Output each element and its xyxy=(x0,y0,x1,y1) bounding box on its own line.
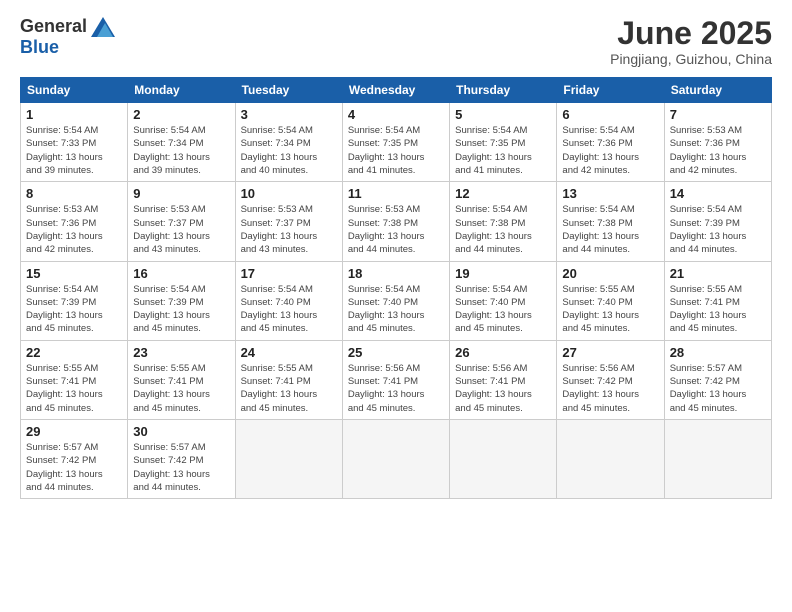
table-row: 29Sunrise: 5:57 AMSunset: 7:42 PMDayligh… xyxy=(21,419,128,498)
title-block: June 2025 Pingjiang, Guizhou, China xyxy=(610,16,772,67)
table-row: 3Sunrise: 5:54 AMSunset: 7:34 PMDaylight… xyxy=(235,103,342,182)
table-row: 27Sunrise: 5:56 AMSunset: 7:42 PMDayligh… xyxy=(557,340,664,419)
table-row: 20Sunrise: 5:55 AMSunset: 7:40 PMDayligh… xyxy=(557,261,664,340)
table-row: 16Sunrise: 5:54 AMSunset: 7:39 PMDayligh… xyxy=(128,261,235,340)
table-row: 25Sunrise: 5:56 AMSunset: 7:41 PMDayligh… xyxy=(342,340,449,419)
col-saturday: Saturday xyxy=(664,78,771,103)
table-row: 9Sunrise: 5:53 AMSunset: 7:37 PMDaylight… xyxy=(128,182,235,261)
table-row: 18Sunrise: 5:54 AMSunset: 7:40 PMDayligh… xyxy=(342,261,449,340)
logo: General Blue xyxy=(20,16,115,58)
table-row: 26Sunrise: 5:56 AMSunset: 7:41 PMDayligh… xyxy=(450,340,557,419)
main-title: June 2025 xyxy=(610,16,772,51)
logo-blue-text: Blue xyxy=(20,37,59,58)
col-thursday: Thursday xyxy=(450,78,557,103)
table-row: 22Sunrise: 5:55 AMSunset: 7:41 PMDayligh… xyxy=(21,340,128,419)
calendar-row-3: 22Sunrise: 5:55 AMSunset: 7:41 PMDayligh… xyxy=(21,340,772,419)
table-row: 10Sunrise: 5:53 AMSunset: 7:37 PMDayligh… xyxy=(235,182,342,261)
subtitle: Pingjiang, Guizhou, China xyxy=(610,51,772,67)
table-row: 15Sunrise: 5:54 AMSunset: 7:39 PMDayligh… xyxy=(21,261,128,340)
table-row: 19Sunrise: 5:54 AMSunset: 7:40 PMDayligh… xyxy=(450,261,557,340)
table-row xyxy=(450,419,557,498)
table-row: 6Sunrise: 5:54 AMSunset: 7:36 PMDaylight… xyxy=(557,103,664,182)
col-friday: Friday xyxy=(557,78,664,103)
calendar-row-2: 15Sunrise: 5:54 AMSunset: 7:39 PMDayligh… xyxy=(21,261,772,340)
table-row xyxy=(235,419,342,498)
table-row: 30Sunrise: 5:57 AMSunset: 7:42 PMDayligh… xyxy=(128,419,235,498)
table-row: 14Sunrise: 5:54 AMSunset: 7:39 PMDayligh… xyxy=(664,182,771,261)
calendar-table: Sunday Monday Tuesday Wednesday Thursday… xyxy=(20,77,772,499)
table-row: 24Sunrise: 5:55 AMSunset: 7:41 PMDayligh… xyxy=(235,340,342,419)
table-row: 5Sunrise: 5:54 AMSunset: 7:35 PMDaylight… xyxy=(450,103,557,182)
col-wednesday: Wednesday xyxy=(342,78,449,103)
logo-icon xyxy=(91,17,115,37)
table-row: 21Sunrise: 5:55 AMSunset: 7:41 PMDayligh… xyxy=(664,261,771,340)
table-row: 11Sunrise: 5:53 AMSunset: 7:38 PMDayligh… xyxy=(342,182,449,261)
table-row: 1Sunrise: 5:54 AMSunset: 7:33 PMDaylight… xyxy=(21,103,128,182)
table-row: 13Sunrise: 5:54 AMSunset: 7:38 PMDayligh… xyxy=(557,182,664,261)
table-row xyxy=(664,419,771,498)
calendar-row-1: 8Sunrise: 5:53 AMSunset: 7:36 PMDaylight… xyxy=(21,182,772,261)
col-tuesday: Tuesday xyxy=(235,78,342,103)
table-row: 7Sunrise: 5:53 AMSunset: 7:36 PMDaylight… xyxy=(664,103,771,182)
table-row: 28Sunrise: 5:57 AMSunset: 7:42 PMDayligh… xyxy=(664,340,771,419)
col-monday: Monday xyxy=(128,78,235,103)
table-row: 23Sunrise: 5:55 AMSunset: 7:41 PMDayligh… xyxy=(128,340,235,419)
logo-general-text: General xyxy=(20,16,87,37)
table-row: 4Sunrise: 5:54 AMSunset: 7:35 PMDaylight… xyxy=(342,103,449,182)
calendar-row-0: 1Sunrise: 5:54 AMSunset: 7:33 PMDaylight… xyxy=(21,103,772,182)
table-row: 8Sunrise: 5:53 AMSunset: 7:36 PMDaylight… xyxy=(21,182,128,261)
table-row: 17Sunrise: 5:54 AMSunset: 7:40 PMDayligh… xyxy=(235,261,342,340)
calendar-row-4: 29Sunrise: 5:57 AMSunset: 7:42 PMDayligh… xyxy=(21,419,772,498)
table-row: 2Sunrise: 5:54 AMSunset: 7:34 PMDaylight… xyxy=(128,103,235,182)
header: General Blue June 2025 Pingjiang, Guizho… xyxy=(20,16,772,67)
table-row xyxy=(342,419,449,498)
table-row xyxy=(557,419,664,498)
page: General Blue June 2025 Pingjiang, Guizho… xyxy=(0,0,792,612)
col-sunday: Sunday xyxy=(21,78,128,103)
calendar-header-row: Sunday Monday Tuesday Wednesday Thursday… xyxy=(21,78,772,103)
table-row: 12Sunrise: 5:54 AMSunset: 7:38 PMDayligh… xyxy=(450,182,557,261)
